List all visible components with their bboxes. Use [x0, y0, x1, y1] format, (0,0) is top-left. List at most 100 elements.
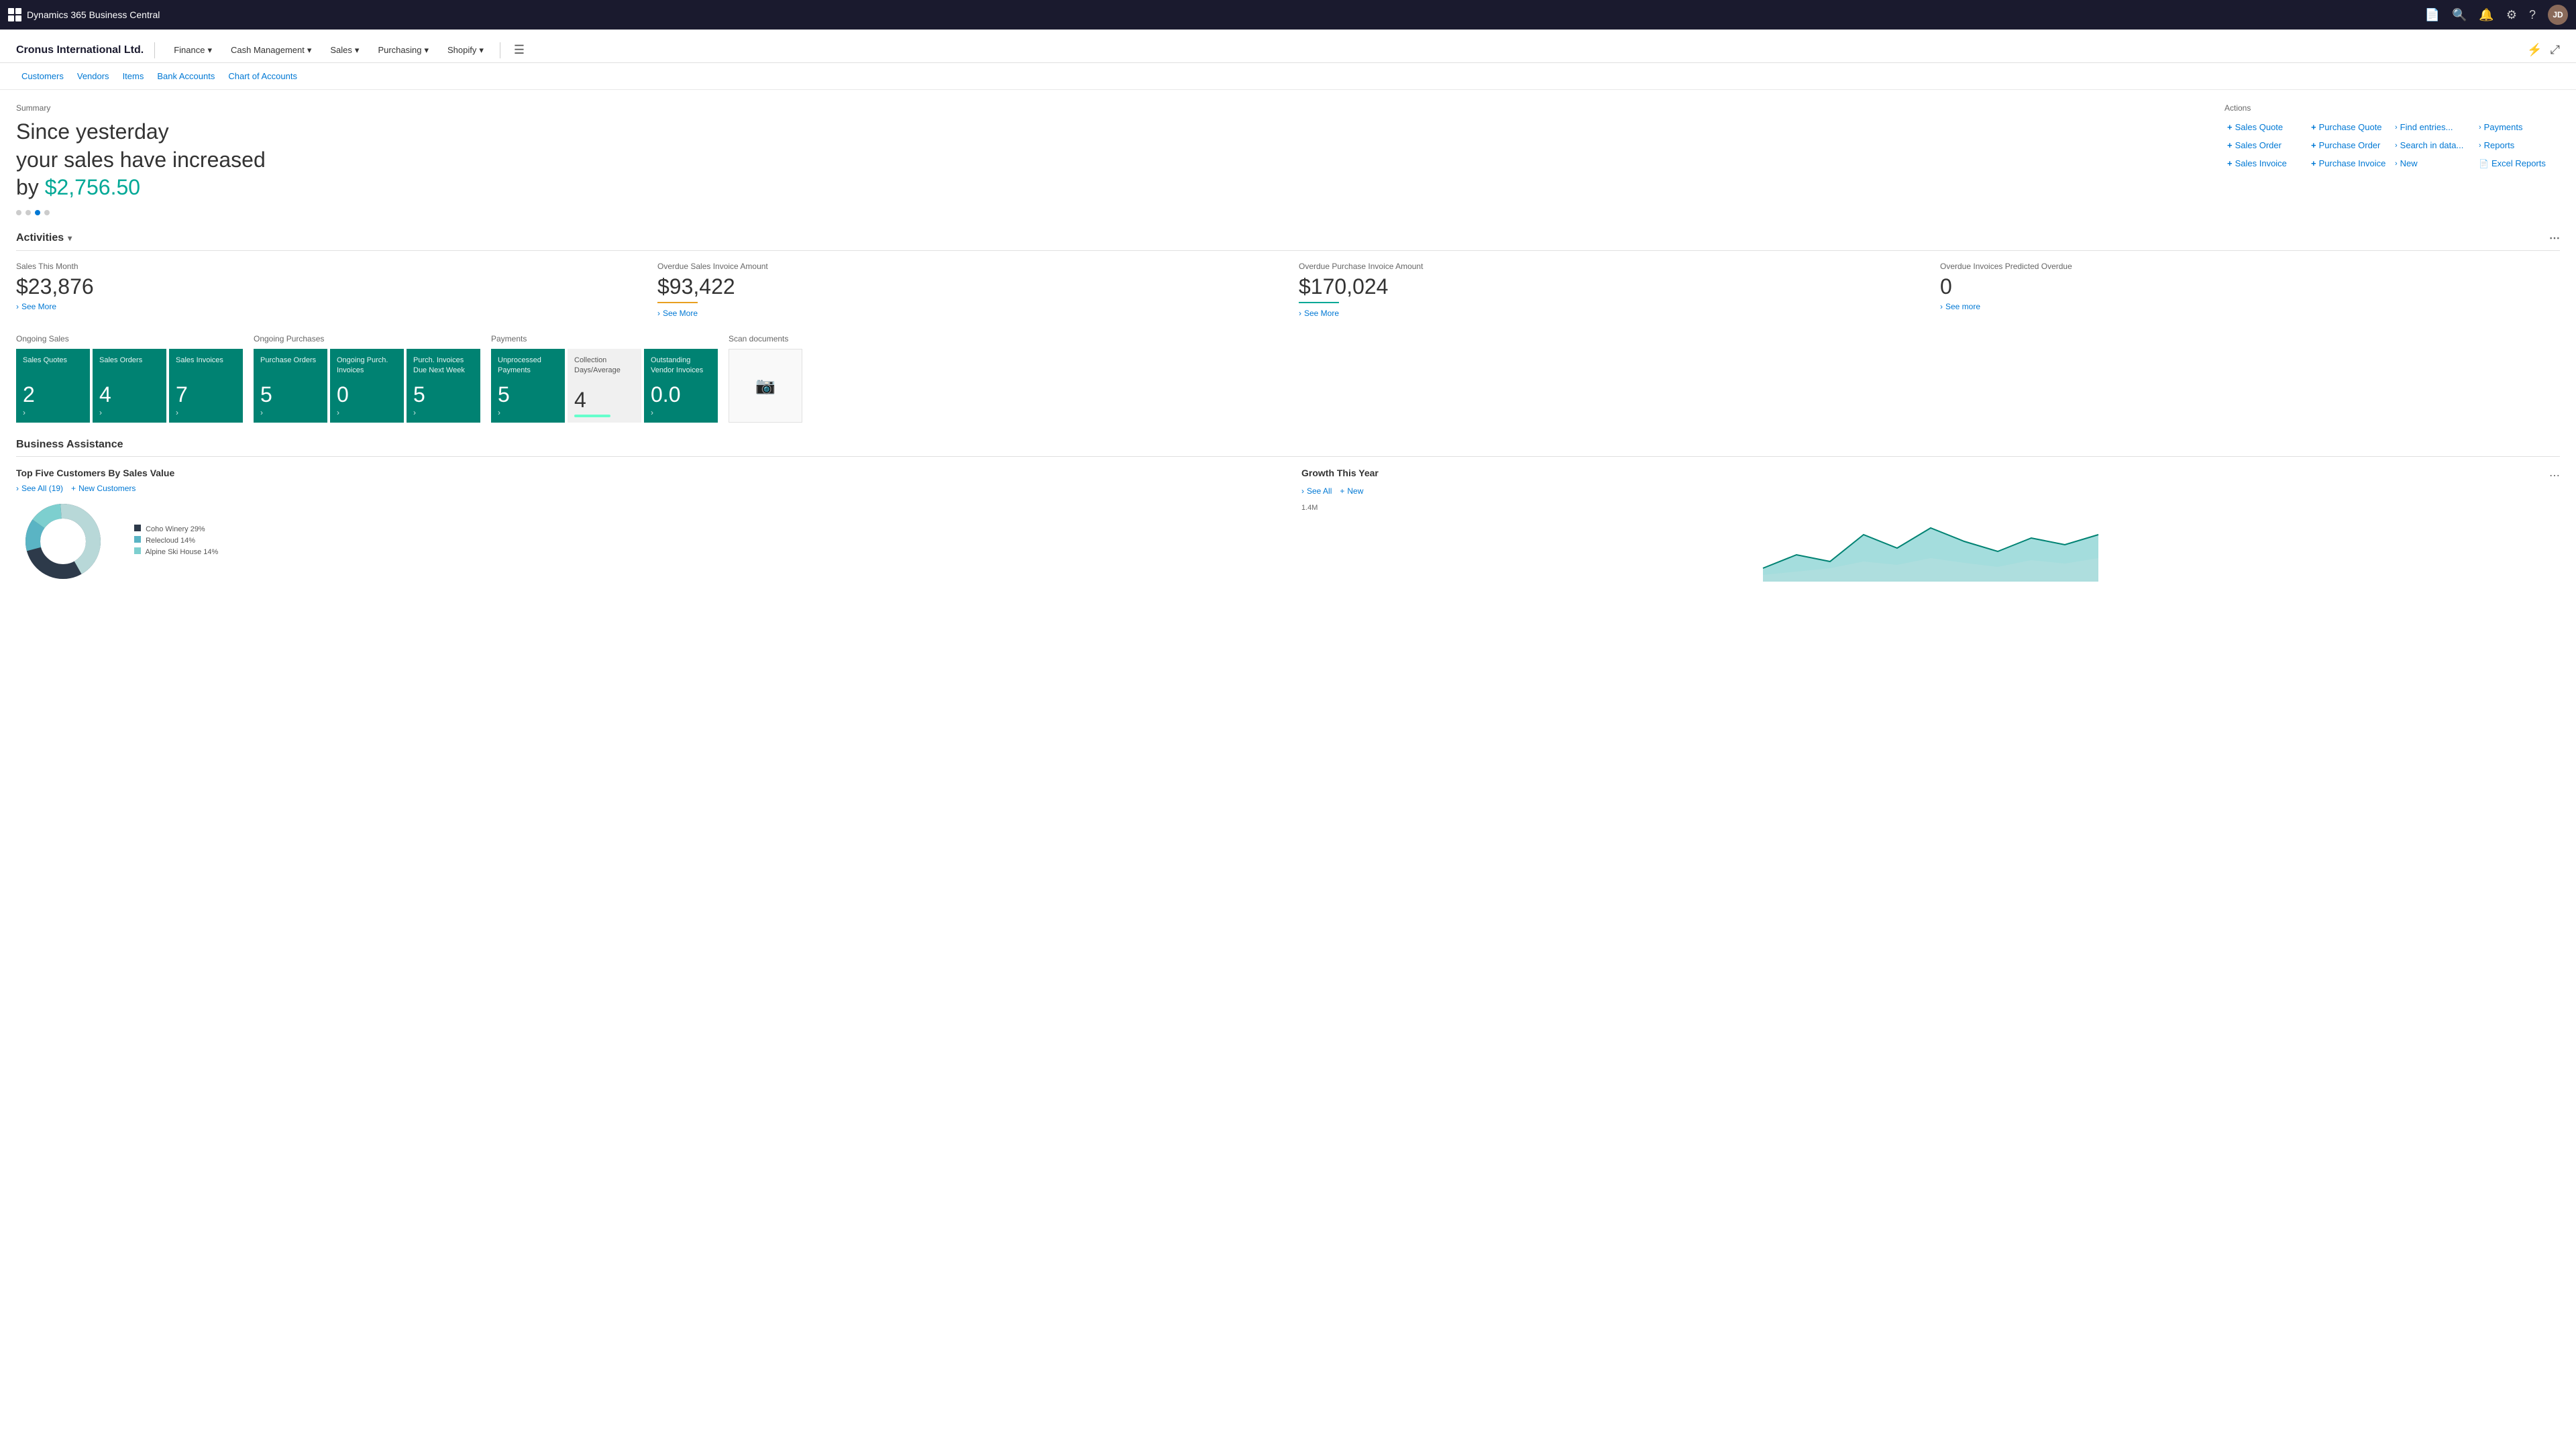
subnav-chart-of-accounts[interactable]: Chart of Accounts — [223, 68, 303, 84]
activities-chevron-icon[interactable]: ▾ — [68, 233, 72, 243]
activity-label: Overdue Invoices Predicted Overdue — [1940, 262, 2560, 272]
tile-value: 5 — [260, 384, 321, 405]
see-all-arrow-icon: › — [16, 484, 19, 493]
activity-value: $93,422 — [657, 274, 1277, 299]
tiles-group-payments: Payments Unprocessed Payments 5 › Collec… — [491, 334, 718, 423]
nav-item-shopify[interactable]: Shopify ▾ — [439, 40, 492, 61]
action-arrow-icon: › — [2395, 142, 2398, 150]
tile-purch-invoices-due[interactable]: Purch. Invoices Due Next Week 5 › — [407, 349, 480, 423]
growth-more-icon[interactable]: ⋯ — [2549, 469, 2560, 482]
personalize-icon[interactable]: ⚡ — [2527, 43, 2542, 57]
action-label: New — [2400, 158, 2418, 168]
nav-item-purchasing[interactable]: Purchasing ▾ — [370, 40, 437, 61]
see-more-predicted[interactable]: › See more — [1940, 302, 2560, 311]
content-area: Summary Since yesterday your sales have … — [0, 90, 2576, 595]
action-search-in-data[interactable]: › Search in data... — [2392, 139, 2476, 152]
see-all-customers-link[interactable]: › See All (19) — [16, 484, 63, 493]
growth-chart-area — [1301, 515, 2560, 582]
action-sales-quote[interactable]: + Sales Quote — [2224, 121, 2308, 133]
tile-outstanding-vendor[interactable]: Outstanding Vendor Invoices 0.0 › — [644, 349, 718, 423]
action-excel-reports[interactable]: 📄 Excel Reports — [2476, 157, 2560, 170]
scan-tile[interactable]: 📷 — [729, 349, 802, 423]
new-customers-link[interactable]: + New Customers — [71, 484, 136, 493]
new-growth-link[interactable]: + New — [1340, 486, 1363, 496]
action-sales-order[interactable]: + Sales Order — [2224, 139, 2308, 152]
expand-icon[interactable]: ⤢ — [2551, 43, 2560, 57]
avatar[interactable]: JD — [2548, 5, 2568, 25]
shopify-chevron-icon: ▾ — [479, 45, 484, 56]
dot-1[interactable] — [16, 210, 21, 215]
tiles-row: Ongoing Sales Sales Quotes 2 › Sales Ord… — [16, 334, 2560, 423]
action-sales-invoice[interactable]: + Sales Invoice — [2224, 157, 2308, 170]
action-find-entries[interactable]: › Find entries... — [2392, 121, 2476, 133]
legend-relecloud: Relecloud 14% — [134, 536, 218, 545]
tile-value: 5 — [498, 384, 558, 405]
tile-ongoing-purch-invoices[interactable]: Ongoing Purch. Invoices 0 › — [330, 349, 404, 423]
tile-purchase-orders[interactable]: Purchase Orders 5 › — [254, 349, 327, 423]
payments-tiles: Unprocessed Payments 5 › Collection Days… — [491, 349, 718, 423]
tile-arrow-icon: › — [413, 408, 474, 417]
growth-area-chart — [1301, 515, 2560, 582]
see-all-growth-link[interactable]: › See All — [1301, 486, 1332, 496]
underline-green — [1299, 302, 1339, 303]
ongoing-sales-label: Ongoing Sales — [16, 334, 243, 343]
action-plus-icon: + — [2227, 122, 2233, 132]
nav-item-sales[interactable]: Sales ▾ — [322, 40, 367, 61]
new-customers-plus-icon: + — [71, 484, 76, 493]
summary-amount: $2,756.50 — [45, 175, 140, 199]
nav-item-finance[interactable]: Finance ▾ — [166, 40, 220, 61]
action-label: Purchase Invoice — [2319, 158, 2386, 168]
top-bar-icons: 📄 🔍 🔔 ⚙ ? JD — [2425, 5, 2568, 25]
see-more-arrow-icon: › — [1299, 309, 1301, 318]
app-grid-icon[interactable] — [8, 8, 21, 21]
search-icon[interactable]: 🔍 — [2452, 8, 2467, 22]
summary-label: Summary — [16, 103, 2198, 113]
hamburger-menu-icon[interactable]: ☰ — [508, 38, 530, 62]
action-reports[interactable]: › Reports — [2476, 139, 2560, 152]
action-label: Purchase Quote — [2319, 122, 2382, 132]
tile-value: 4 — [574, 389, 635, 411]
app-title: Dynamics 365 Business Central — [27, 9, 160, 20]
see-more-overdue-sales[interactable]: › See More — [657, 309, 1277, 318]
see-more-sales-month[interactable]: › See More — [16, 302, 636, 311]
action-purchase-quote[interactable]: + Purchase Quote — [2308, 121, 2392, 133]
tile-collection-days[interactable]: Collection Days/Average 4 — [568, 349, 641, 423]
action-purchase-invoice[interactable]: + Purchase Invoice — [2308, 157, 2392, 170]
tile-value: 5 — [413, 384, 474, 405]
see-all-growth-arrow-icon: › — [1301, 486, 1304, 496]
document-icon[interactable]: 📄 — [2425, 8, 2440, 22]
nav-item-cash-management[interactable]: Cash Management ▾ — [223, 40, 319, 61]
action-label: Find entries... — [2400, 122, 2453, 132]
dot-3[interactable] — [35, 210, 40, 215]
subnav-bank-accounts[interactable]: Bank Accounts — [152, 68, 220, 84]
tile-unprocessed-payments[interactable]: Unprocessed Payments 5 › — [491, 349, 565, 423]
dot-4[interactable] — [44, 210, 50, 215]
notification-icon[interactable]: 🔔 — [2479, 8, 2493, 22]
action-payments[interactable]: › Payments — [2476, 121, 2560, 133]
action-label: Excel Reports — [2491, 158, 2546, 168]
subnav-vendors[interactable]: Vendors — [72, 68, 115, 84]
settings-icon[interactable]: ⚙ — [2506, 8, 2517, 22]
tile-progress-bar — [574, 415, 610, 417]
action-new[interactable]: › New — [2392, 157, 2476, 170]
tile-sales-invoices[interactable]: Sales Invoices 7 › — [169, 349, 243, 423]
activities-more-icon[interactable]: ⋯ — [2549, 231, 2560, 245]
action-plus-icon: + — [2227, 140, 2233, 150]
ongoing-sales-tiles: Sales Quotes 2 › Sales Orders 4 › Sales … — [16, 349, 243, 423]
see-more-overdue-purchase[interactable]: › See More — [1299, 309, 1919, 318]
dot-2[interactable] — [25, 210, 31, 215]
action-purchase-order[interactable]: + Purchase Order — [2308, 139, 2392, 152]
subnav-customers[interactable]: Customers — [16, 68, 69, 84]
action-label: Payments — [2484, 122, 2523, 132]
sub-nav: Customers Vendors Items Bank Accounts Ch… — [0, 63, 2576, 90]
summary-left: Summary Since yesterday your sales have … — [16, 103, 2198, 215]
activity-label: Overdue Purchase Invoice Amount — [1299, 262, 1919, 272]
summary-right: Actions + Sales Quote + Purchase Quote ›… — [2224, 103, 2560, 215]
tile-value: 7 — [176, 384, 236, 405]
tile-label: Sales Invoices — [176, 356, 236, 381]
help-icon[interactable]: ? — [2529, 8, 2536, 22]
tile-sales-quotes[interactable]: Sales Quotes 2 › — [16, 349, 90, 423]
tile-sales-orders[interactable]: Sales Orders 4 › — [93, 349, 166, 423]
tile-label: Purch. Invoices Due Next Week — [413, 356, 474, 381]
subnav-items[interactable]: Items — [117, 68, 150, 84]
